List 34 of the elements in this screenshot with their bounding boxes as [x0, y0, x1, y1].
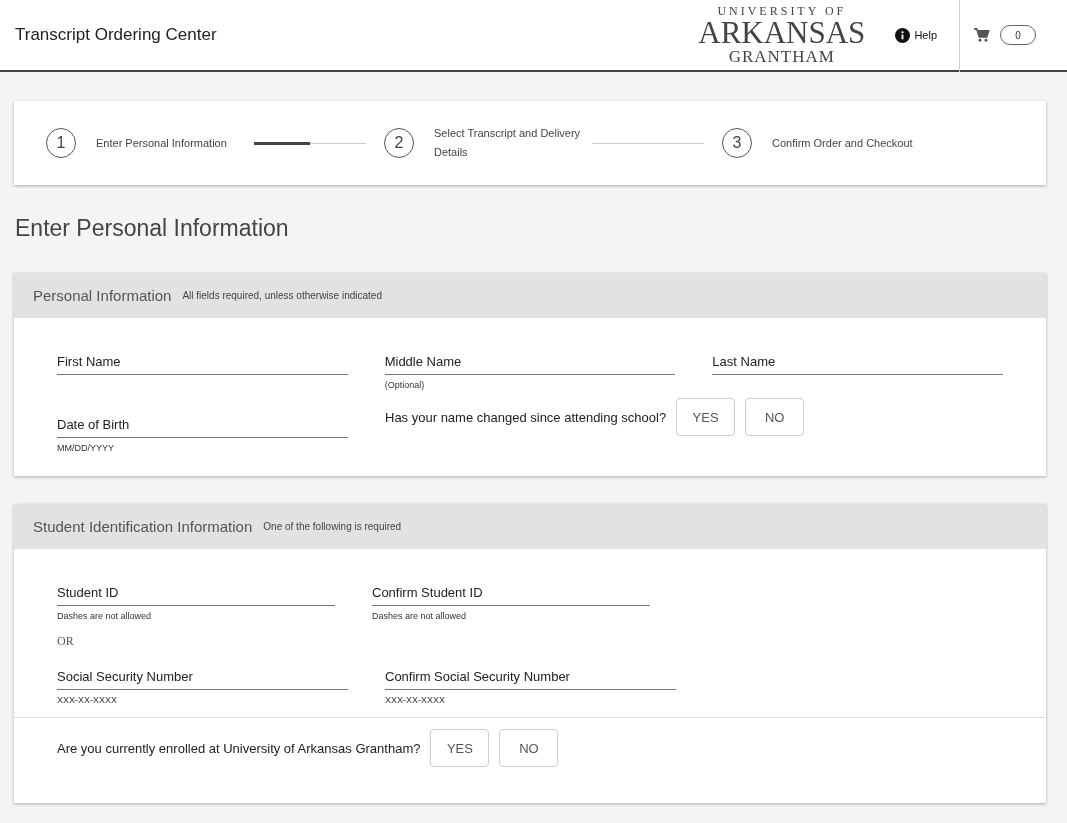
app-title: Transcript Ordering Center — [15, 25, 218, 45]
text-field[interactable]: Date of Birth — [57, 411, 348, 438]
question-text: Are you currently enrolled at University of Arkansas Grantham? — [57, 740, 421, 756]
info-icon — [895, 27, 911, 43]
field-hint: XXX-XX-XXXX — [57, 695, 119, 706]
section-title: Personal Information — [33, 287, 172, 304]
text-field[interactable]: Confirm Social Security Number — [385, 663, 676, 690]
field-hint: Dashes are not allowed — [57, 611, 153, 622]
university-logo: UNIVERSITY OF ARKANSAS GRANTHAM — [698, 5, 866, 65]
step-label: Confirm Order and Checkout — [772, 135, 914, 151]
section-title: Student Identification Information — [33, 518, 253, 535]
field-hint: (Optional) — [384, 380, 426, 391]
help-link[interactable]: Help — [895, 27, 937, 43]
text-field[interactable]: Student ID — [57, 579, 335, 606]
choice-button[interactable]: YES — [676, 398, 736, 436]
text-field[interactable]: First Name — [57, 348, 348, 375]
page-heading: Enter Personal Information — [15, 215, 290, 242]
section-subtitle: One of the following is required — [263, 521, 402, 532]
step-label: Enter Personal Information — [96, 135, 228, 151]
text-field[interactable]: Confirm Student ID — [372, 579, 650, 606]
text-field[interactable]: Middle Name — [384, 348, 676, 375]
text-field[interactable]: Last Name — [712, 348, 1003, 375]
field-hint: XXX-XX-XXXX — [385, 695, 447, 706]
field-hint: Dashes are not allowed — [372, 611, 468, 622]
section-subtitle: All fields required, unless otherwise indicated — [182, 290, 382, 301]
field-hint: MM/DD/YYYY — [57, 443, 115, 454]
question-text: Has your name changed since attending school? — [385, 409, 667, 425]
choice-button[interactable]: YES — [430, 729, 490, 767]
choice-button[interactable]: NO — [745, 398, 805, 436]
step-label: Select Transcript and Delivery Details — [434, 126, 582, 160]
choice-button[interactable]: NO — [499, 729, 559, 767]
text-field[interactable]: Social Security Number — [57, 663, 348, 690]
or-separator: OR — [57, 634, 75, 649]
cart-icon[interactable] — [974, 27, 990, 43]
